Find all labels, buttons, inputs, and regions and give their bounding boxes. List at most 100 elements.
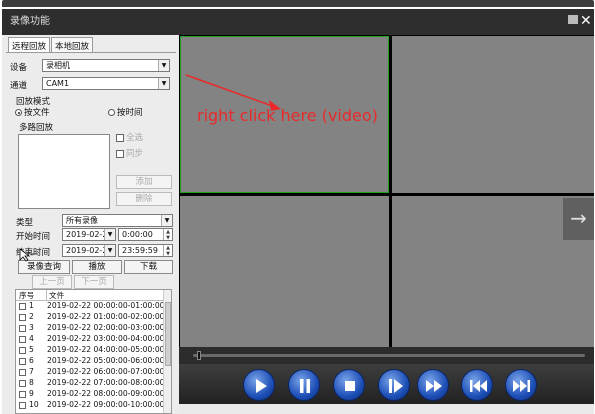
play-icon[interactable] xyxy=(243,369,275,401)
play-button[interactable]: 播放 xyxy=(72,260,122,274)
playback-controls xyxy=(179,364,594,404)
annotation-text: right click here (video) xyxy=(197,106,378,125)
device-select[interactable]: 录相机 ▼ xyxy=(42,59,170,72)
table-row[interactable]: 6 2019-02-22 05:00:00-06:00:00(1799 xyxy=(16,356,171,367)
row-file-name: 2019-02-22 01:00:00-02:00:00(1800 xyxy=(47,312,171,321)
row-checkbox[interactable] xyxy=(19,358,26,365)
title-bar: 录像功能 ✕ xyxy=(2,9,594,35)
start-time-label: 开始时间 xyxy=(16,232,51,242)
table-header: 序号 文件 xyxy=(16,290,171,301)
table-row[interactable]: 1 2019-02-22 00:00:00-01:00:00(1800 xyxy=(16,301,171,312)
row-checkbox[interactable] xyxy=(19,391,26,398)
status-strip xyxy=(179,404,594,414)
app-window: 录像功能 ✕ 远程回放 本地回放 设备 录相机 ▼ 通道 CAM1 ▼ 回放模式… xyxy=(0,0,595,414)
video-pane-2[interactable] xyxy=(392,36,594,193)
mouse-cursor-icon xyxy=(19,248,38,262)
table-row[interactable]: 8 2019-02-22 07:00:00-08:00:00(1487 xyxy=(16,378,171,389)
row-number: 8 xyxy=(29,378,34,387)
select-all-checkbox[interactable]: 全选 xyxy=(116,131,143,143)
row-number: 10 xyxy=(29,400,39,409)
progress-bar[interactable] xyxy=(179,347,594,364)
chevron-down-icon[interactable]: ▼ xyxy=(158,78,169,89)
end-time-field[interactable]: 23:59:59 ▲ ▼ xyxy=(118,244,173,257)
table-row[interactable]: 2 2019-02-22 01:00:00-02:00:00(1800 xyxy=(16,312,171,323)
row-number: 7 xyxy=(29,367,34,376)
next-page-button[interactable]: 下一页 xyxy=(74,275,114,289)
query-button[interactable]: 录像查询 xyxy=(18,260,70,274)
window-title: 录像功能 xyxy=(10,16,50,27)
row-checkbox[interactable] xyxy=(19,402,26,409)
prev-page-button[interactable]: 上一页 xyxy=(32,275,72,289)
row-number: 2 xyxy=(29,312,34,321)
mode-by-time-radio[interactable]: 按时间 xyxy=(108,106,143,118)
table-row[interactable]: 7 2019-02-22 06:00:00-07:00:00(1781 xyxy=(16,367,171,378)
table-row[interactable]: 3 2019-02-22 02:00:00-03:00:00(1783 xyxy=(16,323,171,334)
column-header-file: 文件 xyxy=(46,290,64,301)
chevron-down-icon[interactable]: ▼ xyxy=(104,245,115,256)
row-checkbox[interactable] xyxy=(19,325,26,332)
column-header-no: 序号 xyxy=(19,291,35,300)
row-number: 4 xyxy=(29,334,34,343)
channel-select[interactable]: CAM1 ▼ xyxy=(42,77,170,90)
add-button[interactable]: 添加 xyxy=(116,175,172,189)
step-icon[interactable] xyxy=(378,369,410,401)
row-file-name: 2019-02-22 06:00:00-07:00:00(1781 xyxy=(47,367,171,376)
multi-playback-list[interactable] xyxy=(18,134,110,209)
table-row[interactable]: 5 2019-02-22 04:00:00-05:00:00(1799 xyxy=(16,345,171,356)
tab-local-playback[interactable]: 本地回放 xyxy=(51,37,94,53)
row-checkbox[interactable] xyxy=(19,347,26,354)
end-date-picker[interactable]: 2019-02-22 ▼ xyxy=(62,244,116,257)
progress-track[interactable] xyxy=(193,354,585,357)
table-scrollbar[interactable] xyxy=(163,290,171,413)
file-table: 序号 文件 1 2019-02-22 00:00:00-01:00:00(1800… xyxy=(15,289,172,414)
mode-by-file-radio[interactable]: 按文件 xyxy=(15,106,50,118)
playback-panel: 远程回放 本地回放 设备 录相机 ▼ 通道 CAM1 ▼ 回放模式 按文件 按时… xyxy=(2,35,179,414)
row-file-name: 2019-02-22 02:00:00-03:00:00(1783 xyxy=(47,323,171,332)
start-date-picker[interactable]: 2019-02-22 ▼ xyxy=(62,228,116,241)
chevron-down-icon[interactable]: ▼ xyxy=(104,229,115,240)
row-number: 6 xyxy=(29,356,34,365)
row-number: 9 xyxy=(29,389,34,398)
video-grid xyxy=(179,35,594,347)
type-select[interactable]: 所有录像 ▼ xyxy=(62,214,173,227)
row-file-name: 2019-02-22 09:00:00-10:00:00(1073 xyxy=(47,400,171,409)
pause-icon[interactable] xyxy=(288,369,320,401)
row-number: 3 xyxy=(29,323,34,332)
video-pane-3[interactable] xyxy=(180,196,389,347)
row-checkbox[interactable] xyxy=(19,314,26,321)
skip-forward-icon[interactable] xyxy=(505,369,537,401)
row-file-name: 2019-02-22 05:00:00-06:00:00(1799 xyxy=(47,356,171,365)
time-spinner[interactable]: ▲ ▼ xyxy=(163,245,172,256)
stop-icon[interactable] xyxy=(333,369,365,401)
delete-button[interactable]: 删除 xyxy=(116,192,172,206)
table-row[interactable]: 10 2019-02-22 09:00:00-10:00:00(1073 xyxy=(16,400,171,411)
close-icon[interactable]: ✕ xyxy=(580,14,592,28)
row-file-name: 2019-02-22 08:00:00-09:00:00(9656 xyxy=(47,389,171,398)
row-checkbox[interactable] xyxy=(19,336,26,343)
start-time-field[interactable]: 0:00:00 ▲ ▼ xyxy=(118,228,173,241)
sync-checkbox[interactable]: 同步 xyxy=(116,147,143,159)
arrow-right-icon[interactable]: → xyxy=(563,198,594,240)
top-strip xyxy=(0,0,595,9)
device-label: 设备 xyxy=(10,63,28,73)
row-file-name: 2019-02-22 07:00:00-08:00:00(1487 xyxy=(47,378,171,387)
download-button[interactable]: 下载 xyxy=(124,260,173,274)
row-file-name: 2019-02-22 00:00:00-01:00:00(1800 xyxy=(47,301,171,310)
multi-playback-label: 多路回放 xyxy=(19,123,54,133)
tab-remote-playback[interactable]: 远程回放 xyxy=(8,37,51,53)
chevron-down-icon[interactable]: ▼ xyxy=(158,60,169,71)
row-checkbox[interactable] xyxy=(19,369,26,376)
channel-label: 通道 xyxy=(10,81,28,91)
row-number: 5 xyxy=(29,345,34,354)
row-checkbox[interactable] xyxy=(19,380,26,387)
table-row[interactable]: 4 2019-02-22 03:00:00-04:00:00(1801 xyxy=(16,334,171,345)
progress-handle[interactable] xyxy=(196,351,201,360)
table-row[interactable]: 9 2019-02-22 08:00:00-09:00:00(9656 xyxy=(16,389,171,400)
row-checkbox[interactable] xyxy=(19,303,26,310)
skip-back-icon[interactable] xyxy=(461,369,493,401)
fast-forward-icon[interactable] xyxy=(417,369,449,401)
chevron-down-icon[interactable]: ▼ xyxy=(161,215,172,226)
type-label: 类型 xyxy=(16,218,34,228)
maximize-icon[interactable] xyxy=(568,15,578,24)
time-spinner[interactable]: ▲ ▼ xyxy=(163,229,172,240)
